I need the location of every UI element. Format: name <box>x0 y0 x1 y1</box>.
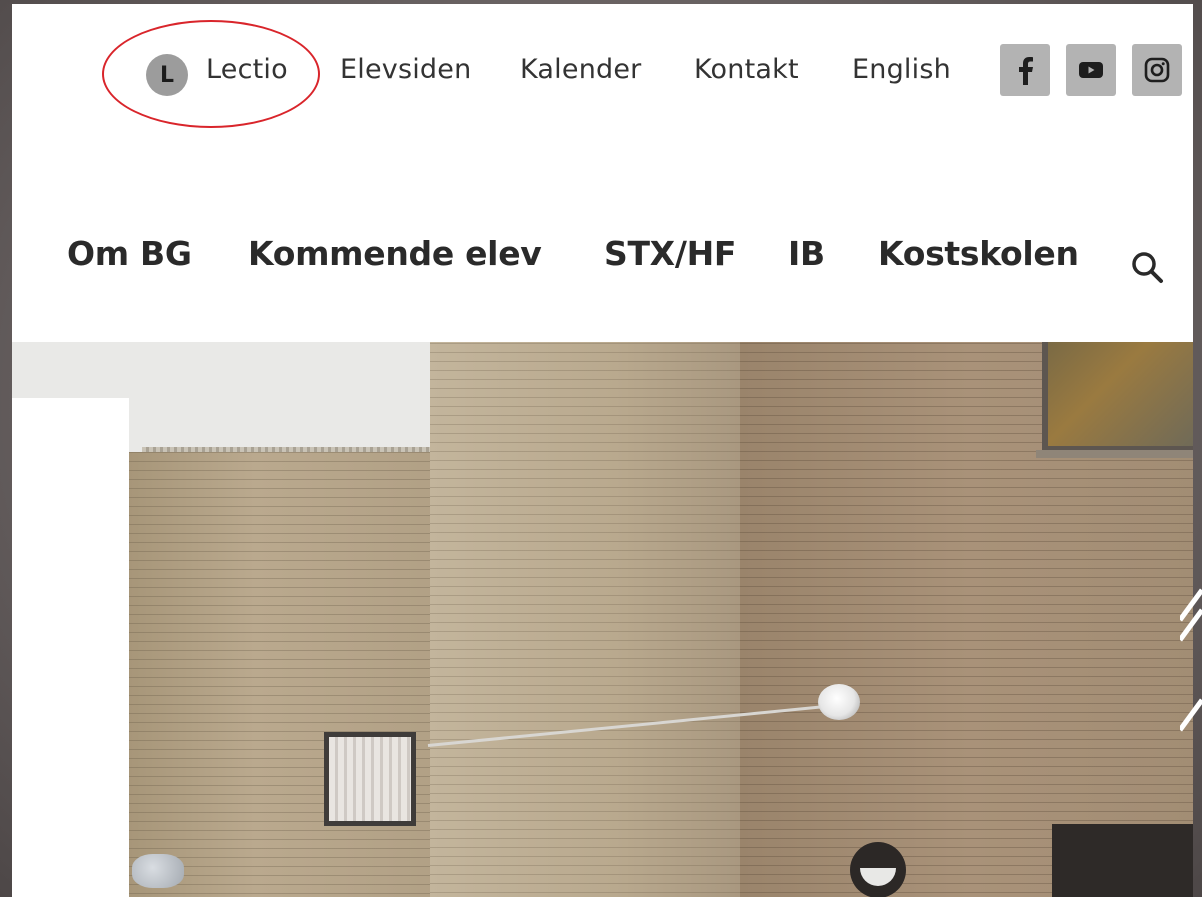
hero-overlay-panel <box>12 398 129 897</box>
frame-decoration-marks <box>1180 588 1202 732</box>
hero-window-sill <box>1036 450 1193 458</box>
hero-image <box>12 342 1193 897</box>
kalender-link[interactable]: Kalender <box>520 54 641 85</box>
kontakt-link[interactable]: Kontakt <box>694 54 799 85</box>
youtube-button[interactable] <box>1066 44 1116 96</box>
facebook-button[interactable] <box>1000 44 1050 96</box>
search-button[interactable] <box>1128 248 1168 288</box>
website-page: L Lectio Elevsiden Kalender Kontakt Engl… <box>12 4 1193 897</box>
hero-building-tower <box>430 342 740 897</box>
instagram-icon <box>1144 57 1170 83</box>
lectio-link[interactable]: Lectio <box>206 54 288 85</box>
english-link[interactable]: English <box>852 54 951 85</box>
nav-ib[interactable]: IB <box>788 234 825 273</box>
hero-window-top <box>1042 342 1193 452</box>
hero-wall-lamp-dark <box>850 842 906 897</box>
hero-building-left <box>129 452 444 897</box>
hero-camera <box>132 854 184 888</box>
facebook-icon <box>1019 57 1033 85</box>
nav-om-bg[interactable]: Om BG <box>67 234 192 273</box>
hero-door <box>1052 824 1193 897</box>
hero-wall-lamp <box>818 684 860 720</box>
search-icon <box>1132 252 1163 283</box>
hero-window-left <box>324 732 416 826</box>
nav-stx-hf[interactable]: STX/HF <box>604 234 736 273</box>
instagram-button[interactable] <box>1132 44 1182 96</box>
youtube-icon <box>1079 62 1103 78</box>
nav-kommende-elev[interactable]: Kommende elev <box>248 234 542 273</box>
nav-kostskolen[interactable]: Kostskolen <box>878 234 1079 273</box>
elevsiden-link[interactable]: Elevsiden <box>340 54 471 85</box>
lectio-logo-icon[interactable]: L <box>146 54 188 96</box>
top-utility-bar: L Lectio Elevsiden Kalender Kontakt Engl… <box>12 4 1193 134</box>
